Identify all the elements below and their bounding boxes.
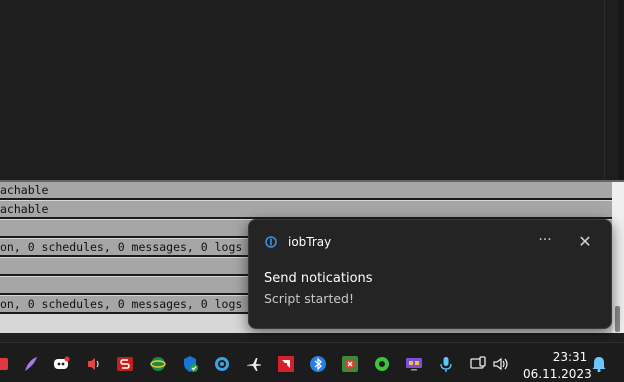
notification-app-name: iobTray xyxy=(288,235,332,249)
green-splash-icon[interactable] xyxy=(373,355,391,373)
notification-toast[interactable]: iobTray ··· ✕ Send notications Script st… xyxy=(248,219,612,329)
monitor-icon[interactable] xyxy=(405,355,423,373)
log-row[interactable]: achable xyxy=(0,201,612,219)
clock-time[interactable]: 23:31 xyxy=(550,350,590,364)
close-button[interactable]: ✕ xyxy=(575,230,595,254)
bell-icon[interactable] xyxy=(590,355,608,373)
log-row-text: achable xyxy=(0,183,49,197)
disc-icon[interactable] xyxy=(213,355,231,373)
log-row-text: on, 0 schedules, 0 messages, 0 logs xyxy=(0,240,243,254)
amd-icon[interactable] xyxy=(277,355,295,373)
red-s-icon[interactable] xyxy=(116,355,134,373)
display-icon[interactable] xyxy=(469,355,487,373)
taskbar: 23:31 06.11.2023 xyxy=(0,342,624,382)
editor-divider xyxy=(604,0,605,180)
bluetooth-icon[interactable] xyxy=(309,355,327,373)
discord-icon[interactable] xyxy=(52,355,70,373)
shield-check-icon[interactable] xyxy=(181,355,199,373)
scrollbar-thumb[interactable] xyxy=(615,306,620,332)
iobtray-app-icon xyxy=(265,236,277,248)
audio-app-icon[interactable] xyxy=(84,355,102,373)
red-app-icon-2[interactable] xyxy=(341,355,359,373)
notification-body: Script started! xyxy=(264,291,354,306)
editor-area xyxy=(0,0,624,180)
volume-icon[interactable] xyxy=(492,355,510,373)
airplane-icon[interactable] xyxy=(245,355,263,373)
microphone-icon[interactable] xyxy=(437,355,455,373)
editor-scrollbar[interactable] xyxy=(618,0,624,180)
more-options-button[interactable]: ··· xyxy=(535,230,555,254)
red-app-icon[interactable] xyxy=(0,355,12,373)
log-list-scrollbar[interactable] xyxy=(612,182,624,333)
log-row[interactable]: achable xyxy=(0,182,612,200)
log-row-text: achable xyxy=(0,202,49,216)
green-globe-icon[interactable] xyxy=(149,355,167,373)
purple-feather-icon[interactable] xyxy=(22,355,40,373)
notification-title: Send notications xyxy=(264,271,373,286)
clock-date[interactable]: 06.11.2023 xyxy=(523,367,592,381)
log-row-text: on, 0 schedules, 0 messages, 0 logs xyxy=(0,297,243,311)
